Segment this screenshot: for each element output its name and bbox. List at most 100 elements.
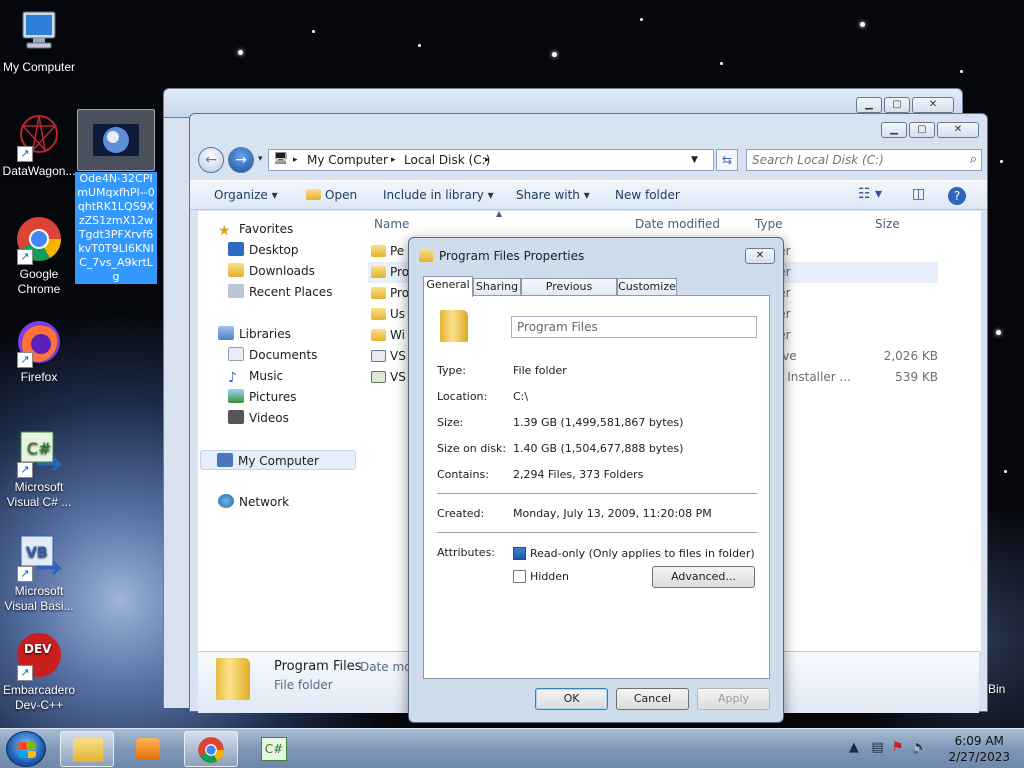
folder-name-field[interactable] [511,316,757,338]
windows-logo-icon [18,742,36,758]
desktop-icon-visual-csharp[interactable]: C# ↗ Microsoft Visual C# ... [0,428,78,510]
apply-button[interactable]: Apply [697,688,770,710]
hidden-label[interactable]: Hidden [530,570,569,583]
readonly-label[interactable]: Read-only (Only applies to files in fold… [530,547,755,560]
folder-icon [419,249,433,262]
desktop-icon-visual-basic[interactable]: VB ↗ Microsoft Visual Basi... [0,532,78,614]
close-button[interactable]: ✕ [937,122,979,138]
column-date-modified[interactable]: Date modified [635,217,720,231]
help-icon[interactable]: ? [948,187,966,205]
system-tray-icons: ▲ ▤ ⚑ 🔈 [849,740,928,755]
include-in-library-button[interactable]: Include in library ▾ [383,188,494,202]
desktop-icon-google-chrome[interactable]: ↗ Google Chrome [0,215,78,297]
recent-pages-chevron-icon[interactable]: ▾ [258,154,263,164]
installer-file-icon [371,371,386,383]
created-value: Monday, July 13, 2009, 11:20:08 PM [513,507,712,520]
nav-libraries[interactable]: Libraries [218,324,374,344]
breadcrumb-my-computer[interactable]: My Computer [307,153,388,167]
column-size[interactable]: Size [875,217,900,231]
address-bar[interactable]: 🖥 ▸ My Computer ▸ Local Disk (C:) ▸ ▼ [268,149,714,171]
volume-icon[interactable]: 🔈 [912,740,928,755]
location-label: Location: [437,390,488,403]
taskbar-visual-csharp-button[interactable]: C# [247,731,301,767]
open-button[interactable]: Open [306,188,357,202]
desktop-icon-dev-cpp[interactable]: DEV ↗ Embarcadero Dev-C++ [0,631,78,713]
vb-badge-text: VB [26,545,48,561]
taskbar-chrome-button[interactable] [184,731,238,767]
action-center-icon[interactable]: ⚑ [892,740,904,755]
star [996,330,1001,335]
forward-button[interactable]: → [228,147,254,173]
cancel-button[interactable]: Cancel [616,688,689,710]
recycle-bin-label[interactable]: Bin [988,682,1005,696]
hidden-checkbox[interactable] [513,570,526,583]
size-value: 1.39 GB (1,499,581,867 bytes) [513,416,684,429]
ok-button[interactable]: OK [535,688,608,710]
desktop-icon-firefox[interactable]: ↗ Firefox [0,318,78,385]
nav-my-computer[interactable]: My Computer [200,450,356,470]
maximize-button[interactable]: ▢ [909,122,935,138]
shortcut-arrow-icon: ↗ [17,249,33,265]
column-type[interactable]: Type [755,217,783,231]
contains-value: 2,294 Files, 373 Folders [513,468,644,481]
tab-sharing[interactable]: Sharing [473,278,521,296]
share-with-button[interactable]: Share with ▾ [516,188,590,202]
advanced-button[interactable]: Advanced... [652,566,755,588]
column-name[interactable]: Name [374,217,409,231]
breadcrumb-local-disk[interactable]: Local Disk (C:) [404,153,490,167]
start-button[interactable] [6,731,46,767]
back-button[interactable]: ← [198,147,224,173]
new-folder-button[interactable]: New folder [615,188,680,202]
close-button[interactable]: ✕ [745,248,775,264]
documents-icon [228,347,244,361]
desktop-icon-datawagon[interactable]: ↗ DataWagon... [0,112,78,179]
folder-icon [440,310,468,342]
archive-file-icon [371,350,386,362]
refresh-icon[interactable]: ⇆ [716,149,738,171]
readonly-checkbox[interactable] [513,547,526,560]
clock-date: 2/27/2023 [948,750,1010,764]
search-icon[interactable]: ⌕ [970,152,977,167]
properties-dialog[interactable]: Program Files Properties ✕ General Shari… [408,237,784,723]
taskbar-media-player-button[interactable] [121,731,175,767]
dialog-title: Program Files Properties [439,249,585,263]
network-status-icon[interactable]: ▤ [871,740,883,755]
nav-favorites[interactable]: ★ Favorites [218,219,374,239]
folder-icon [73,738,103,762]
dev-cpp-badge-text: DEV [24,642,52,656]
clock[interactable]: 6:09 AM 2/27/2023 [948,733,1010,765]
maximize-button[interactable]: ▢ [884,97,910,113]
desktop-icon-selected-file[interactable]: Ode4N-32CPImUMqxfhPI--0qhtRK1LQS9XzZS1zm… [75,109,157,284]
desktop-icon-my-computer[interactable]: My Computer [0,8,78,75]
navigation-pane: ★ Favorites Desktop Downloads Recent Plac… [198,211,356,651]
nav-network[interactable]: Network [218,492,374,512]
type-value: File folder [513,364,567,377]
contains-label: Contains: [437,468,489,481]
taskbar-explorer-button[interactable] [60,731,114,767]
star [552,52,557,57]
location-value: C:\ [513,390,529,403]
minimize-button[interactable]: ▁ [881,122,907,138]
tab-previous-versions[interactable]: Previous Versions [521,278,617,309]
minimize-button[interactable]: ▁ [856,97,882,113]
shortcut-arrow-icon: ↗ [17,462,33,478]
tab-customize[interactable]: Customize [617,278,677,296]
shortcut-arrow-icon: ↗ [17,566,33,582]
column-headers: Name ▲ Date modified Type Size [356,209,981,235]
background-window-body [163,118,189,708]
organize-button[interactable]: Organize ▾ [214,188,278,202]
tab-general[interactable]: General [423,276,473,297]
downloads-folder-icon [228,263,244,277]
view-options-icon[interactable]: ☷ ▾ [858,186,882,202]
close-button[interactable]: ✕ [912,97,954,113]
search-input[interactable] [747,150,947,170]
visual-csharp-icon: C# ↗ [15,428,63,478]
pictures-icon [228,389,244,403]
address-dropdown-icon[interactable]: ▼ [691,155,698,165]
taskbar: C# ▲ ▤ ⚑ 🔈 6:09 AM 2/27/2023 [0,728,1024,768]
shortcut-arrow-icon: ↗ [17,352,33,368]
created-label: Created: [437,507,485,520]
show-hidden-icons-icon[interactable]: ▲ [849,740,859,755]
search-box[interactable]: ⌕ [746,149,982,171]
preview-pane-icon[interactable]: ◫ [912,186,925,202]
